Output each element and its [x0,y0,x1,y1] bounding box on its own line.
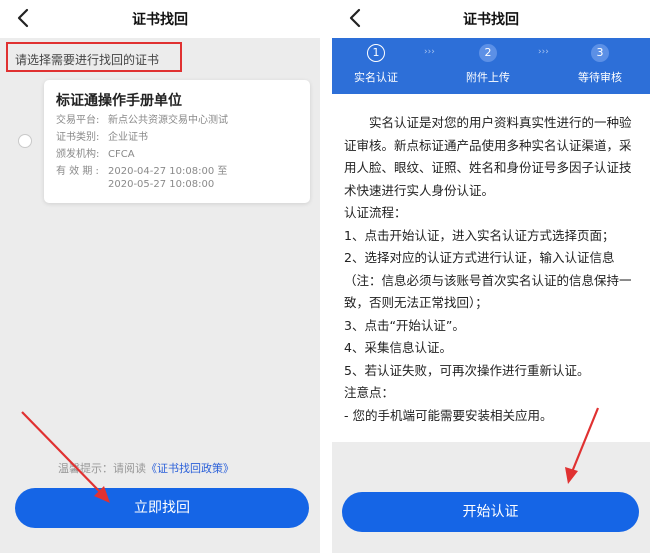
step-number: 1 [367,44,385,62]
policy-tip: 温馨提示：请阅读《证书找回政策》 [58,460,234,476]
step-real-name: 1 实名认证 [336,44,416,85]
row-value: 2020-04-27 10:08:00 至 [108,166,228,177]
policy-link[interactable]: 《证书找回政策》 [146,462,234,475]
left-nav-bar: 证书找回 [0,0,320,38]
certificate-row-category: 证书类别: 企业证书 [56,128,148,143]
step-label: 等待审核 [578,71,622,84]
certificate-row-validity-end: 2020-05-27 10:08:00 [56,179,214,190]
left-screen: 证书找回 请选择需要进行找回的证书 标证通操作手册单位 交易平台: 新点公共资源交… [0,0,320,553]
page-title: 证书找回 [463,12,519,28]
process-step: 3、点击“开始认证”。 [344,317,465,333]
row-label: 交易平台: [56,115,100,126]
step-separator: ››› [538,47,549,57]
row-value: 企业证书 [108,132,148,143]
certificate-row-platform: 交易平台: 新点公共资源交易中心测试 [56,111,228,126]
notes-heading: 注意点： [344,385,395,400]
row-value: CFCA [108,149,135,160]
step-number: 2 [479,44,497,62]
process-step: 1、点击开始认证，进入实名认证方式选择页面； [344,227,615,243]
intro-paragraph: 实名认证是对您的用户资料真实性进行的一种验证审核。新点标证通产品使用多种实名认证… [344,115,632,198]
steps-bar: 1 实名认证 ››› 2 附件上传 ››› 3 等待审核 [332,38,650,94]
step-label: 附件上传 [466,71,510,84]
row-value: 新点公共资源交易中心测试 [108,115,228,126]
process-step: 5、若认证失败，可再次操作进行重新认证。 [344,362,590,378]
step-review: 3 等待审核 [560,44,640,85]
certificate-card[interactable]: 标证通操作手册单位 交易平台: 新点公共资源交易中心测试 证书类别: 企业证书 颁发… [44,80,310,203]
step-separator: ››› [424,47,435,57]
tip-label: 温馨提示：请阅读 [58,462,146,475]
radio-icon[interactable] [18,134,32,148]
process-step: 2、选择对应的认证方式进行认证，输入认证信息（注：信息必须与该账号首次实名认证的… [344,250,632,310]
process-step: 4、采集信息认证。 [344,340,452,355]
auth-description: 实名认证是对您的用户资料真实性进行的一种验证审核。新点标证通产品使用多种实名认证… [344,112,642,427]
select-hint-box: 请选择需要进行找回的证书 [6,42,182,72]
recover-now-button[interactable]: 立即找回 [15,488,309,528]
note-item: - 您的手机端可能需要安装相关应用。 [344,407,553,423]
right-nav-bar: 证书找回 [332,0,650,38]
step-upload: 2 附件上传 [448,44,528,85]
certificate-name: 标证通操作手册单位 [56,93,182,109]
certificate-row-validity: 有 效 期 : 2020-04-27 10:08:00 至 [56,162,227,177]
process-heading: 认证流程： [344,205,407,220]
row-label: 有 效 期 : [56,166,99,177]
certificate-row-issuer: 颁发机构: CFCA [56,145,135,160]
step-label: 实名认证 [354,71,398,84]
row-value: 2020-05-27 10:08:00 [108,179,215,190]
right-screen: 证书找回 1 实名认证 ››› 2 附件上传 ››› 3 等待审核 实名认证是对… [332,0,650,553]
page-title: 证书找回 [132,12,188,28]
start-auth-button[interactable]: 开始认证 [342,492,639,532]
row-label: 颁发机构: [56,149,100,160]
step-number: 3 [591,44,609,62]
row-label: 证书类别: [56,132,100,143]
select-hint-text: 请选择需要进行找回的证书 [15,53,160,67]
